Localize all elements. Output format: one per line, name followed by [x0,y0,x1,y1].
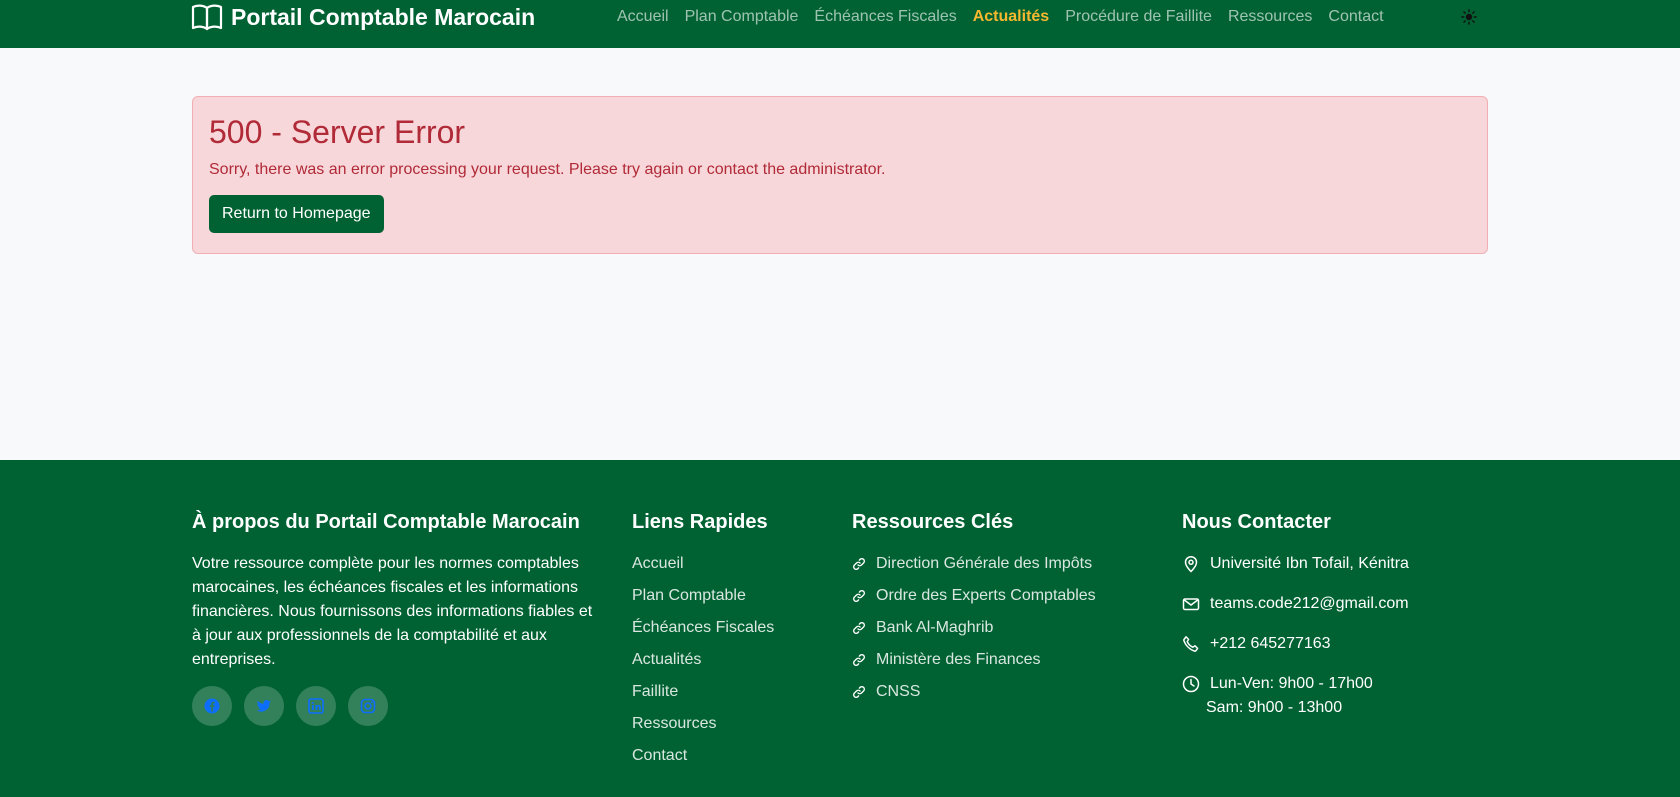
sun-icon [1461,9,1477,25]
footer-resources: Ressources Clés Direction Générale des I… [852,510,1172,712]
twitter-link[interactable] [244,686,284,726]
map-pin-icon [1184,556,1198,573]
link-icon [853,686,865,698]
instagram-link[interactable] [348,686,388,726]
resource-item: Ordre des Experts Comptables [852,584,1172,608]
nav-link-actualites[interactable]: Actualités [965,6,1057,28]
resource-link-finances[interactable]: Ministère des Finances [876,648,1041,672]
footer-link-ressources[interactable]: Ressources [632,715,716,732]
nav-links: Accueil Plan Comptable Échéances Fiscale… [609,6,1392,28]
nav-link-procedure-faillite[interactable]: Procédure de Faillite [1057,6,1220,28]
nav-link-plan-comptable[interactable]: Plan Comptable [677,6,807,28]
footer-resources-heading: Ressources Clés [852,511,1014,533]
social-links [192,686,602,726]
link-icon [853,654,865,666]
linkedin-icon [308,698,324,714]
contact-email: teams.code212@gmail.com [1182,592,1502,616]
envelope-icon [1182,598,1200,611]
nav-link-echeances-fiscales[interactable]: Échéances Fiscales [806,6,964,28]
facebook-icon [204,698,220,714]
footer: À propos du Portail Comptable Marocain V… [0,460,1680,797]
contact-phone: +212 645277163 [1182,632,1502,656]
error-alert: 500 - Server Error Sorry, there was an e… [192,96,1488,254]
footer-about-heading: À propos du Portail Comptable Marocain [192,511,580,533]
footer-quick-links-heading: Liens Rapides [632,511,768,533]
nav-link-accueil[interactable]: Accueil [609,6,677,28]
contact-hours: Lun-Ven: 9h00 - 17h00 Sam: 9h00 - 13h00 [1182,672,1502,720]
footer-link-accueil[interactable]: Accueil [632,555,684,572]
instagram-icon [360,698,376,714]
resource-link-bam[interactable]: Bank Al-Maghrib [876,616,993,640]
link-icon [853,590,865,602]
resource-link-dgi[interactable]: Direction Générale des Impôts [876,552,1092,576]
navbar: Portail Comptable Marocain Accueil Plan … [0,0,1680,48]
resource-item: CNSS [852,680,1172,704]
contact-phone-text[interactable]: +212 645277163 [1210,632,1331,656]
footer-link-plan-comptable[interactable]: Plan Comptable [632,587,746,604]
nav-link-contact[interactable]: Contact [1320,6,1391,28]
link-icon [853,622,865,634]
brand-title: Portail Comptable Marocain [231,3,536,30]
footer-link-contact[interactable]: Contact [632,747,687,764]
contact-hours-saturday: Sam: 9h00 - 13h00 [1206,699,1343,716]
footer-quick-links: Liens Rapides Accueil Plan Comptable Éch… [632,510,832,776]
resource-item: Direction Générale des Impôts [852,552,1172,576]
link-icon [853,558,865,570]
resource-link-cnss[interactable]: CNSS [876,680,920,704]
brand-link[interactable]: Portail Comptable Marocain [191,2,535,32]
resource-item: Ministère des Finances [852,648,1172,672]
footer-link-echeances-fiscales[interactable]: Échéances Fiscales [632,619,774,636]
footer-contact: Nous Contacter Université Ibn Tofail, Ké… [1182,510,1502,736]
footer-link-actualites[interactable]: Actualités [632,651,701,668]
theme-toggle-button[interactable] [1460,8,1478,26]
linkedin-link[interactable] [296,686,336,726]
resource-link-oec[interactable]: Ordre des Experts Comptables [876,584,1096,608]
error-title: 500 - Server Error [209,114,466,150]
footer-about: À propos du Portail Comptable Marocain V… [192,510,602,726]
facebook-link[interactable] [192,686,232,726]
clock-icon [1182,675,1200,693]
error-message: Sorry, there was an error processing you… [209,161,886,178]
footer-contact-heading: Nous Contacter [1182,511,1331,533]
book-icon [191,4,223,31]
contact-hours-weekday: Lun-Ven: 9h00 - 17h00 [1210,675,1373,692]
twitter-icon [256,700,271,712]
resource-item: Bank Al-Maghrib [852,616,1172,640]
nav-link-ressources[interactable]: Ressources [1220,6,1320,28]
phone-icon [1183,636,1199,652]
footer-about-text: Votre ressource complète pour les normes… [192,555,593,668]
return-homepage-button[interactable]: Return to Homepage [209,195,384,233]
contact-address: Université Ibn Tofail, Kénitra [1182,552,1502,576]
footer-link-faillite[interactable]: Faillite [632,683,678,700]
contact-email-text[interactable]: teams.code212@gmail.com [1210,592,1409,616]
contact-address-text: Université Ibn Tofail, Kénitra [1210,555,1409,572]
